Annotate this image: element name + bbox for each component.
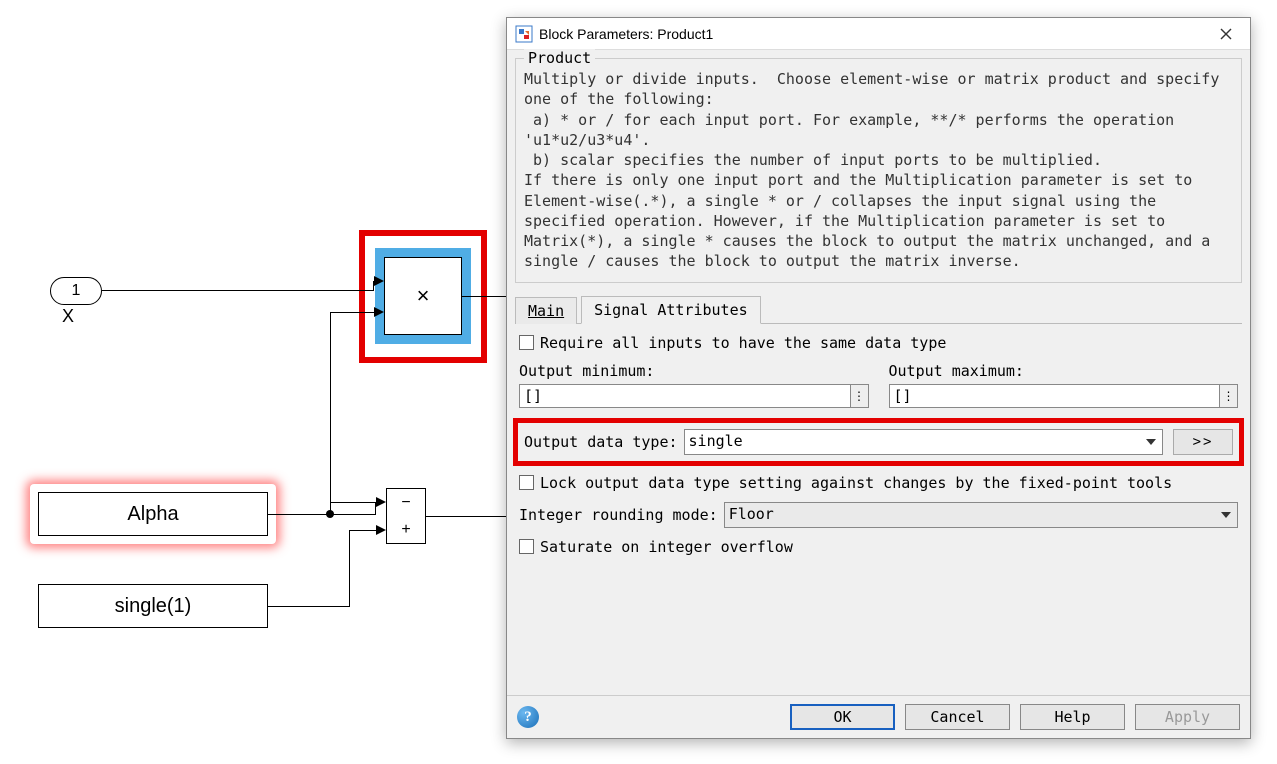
single1-constant-block[interactable]: single(1) [38, 584, 268, 628]
help-button[interactable]: Help [1020, 704, 1125, 730]
data-type-assistant-button[interactable]: >> [1173, 429, 1233, 455]
close-icon [1220, 28, 1232, 40]
output-min-label: Output minimum: [519, 362, 869, 380]
signal-line [268, 514, 376, 515]
single1-label: single(1) [115, 595, 192, 618]
dialog-titlebar[interactable]: Block Parameters: Product1 [507, 18, 1250, 50]
rounding-mode-select[interactable]: Floor [724, 502, 1238, 528]
rounding-mode-row: Integer rounding mode: Floor [519, 502, 1238, 528]
inport-label: X [62, 306, 74, 327]
context-help-icon[interactable]: ? [517, 706, 539, 728]
product-symbol: × [417, 283, 430, 309]
product-block[interactable]: × [384, 257, 462, 335]
output-data-type-select[interactable]: single [684, 429, 1163, 455]
arrow-icon [374, 307, 384, 317]
simulink-icon [515, 25, 533, 43]
ok-button[interactable]: OK [790, 704, 895, 730]
signal-line [462, 296, 507, 297]
sum-plus: + [401, 521, 410, 539]
arrow-icon [376, 525, 386, 535]
output-max-label: Output maximum: [889, 362, 1239, 380]
tab-signal-attributes[interactable]: Signal Attributes [581, 296, 761, 324]
rounding-mode-label: Integer rounding mode: [519, 506, 718, 524]
output-max-more-button[interactable]: ⋮ [1220, 384, 1238, 408]
tab-bar: Main Signal Attributes [515, 295, 1242, 324]
signal-line [330, 312, 331, 514]
rounding-mode-value: Floor [729, 505, 774, 523]
signal-line [426, 516, 506, 517]
output-min-input[interactable] [519, 384, 851, 408]
signal-line [268, 606, 350, 607]
inport-number: 1 [72, 282, 81, 300]
output-data-type-highlight: Output data type: single >> [513, 418, 1244, 466]
inport-block[interactable]: 1 [50, 277, 102, 305]
cancel-button[interactable]: Cancel [905, 704, 1010, 730]
saturate-row: Saturate on integer overflow [519, 538, 1238, 556]
output-max-input[interactable] [889, 384, 1221, 408]
group-title: Product [524, 49, 595, 67]
block-parameters-dialog: Block Parameters: Product1 Product Multi… [506, 17, 1251, 739]
arrow-icon [374, 276, 384, 286]
alpha-label: Alpha [127, 503, 178, 526]
signal-junction [326, 510, 334, 518]
saturate-label: Saturate on integer overflow [540, 538, 793, 556]
tab-main[interactable]: Main [515, 297, 577, 324]
close-button[interactable] [1210, 20, 1242, 48]
signal-line [349, 530, 350, 607]
product-description-group: Product Multiply or divide inputs. Choos… [515, 58, 1242, 283]
signal-line [349, 530, 376, 531]
dialog-title: Block Parameters: Product1 [539, 26, 1210, 42]
apply-button: Apply [1135, 704, 1240, 730]
require-same-type-row: Require all inputs to have the same data… [519, 334, 1238, 352]
saturate-checkbox[interactable] [519, 539, 534, 554]
signal-line [330, 312, 374, 313]
simulink-canvas[interactable]: 1 X × Alpha single(1) − + [0, 0, 500, 764]
output-data-type-label: Output data type: [524, 433, 678, 451]
alpha-constant-block[interactable]: Alpha [38, 492, 268, 536]
require-same-type-label: Require all inputs to have the same data… [540, 334, 946, 352]
lock-output-checkbox[interactable] [519, 475, 534, 490]
sum-minus: − [401, 494, 410, 512]
signal-line [330, 502, 376, 503]
output-min-more-button[interactable]: ⋮ [851, 384, 869, 408]
signal-attributes-panel: Require all inputs to have the same data… [507, 324, 1250, 576]
dialog-button-bar: ? OK Cancel Help Apply [507, 695, 1250, 738]
signal-line [102, 290, 374, 291]
require-same-type-checkbox[interactable] [519, 335, 534, 350]
sum-block[interactable]: − + [386, 488, 426, 544]
output-data-type-value: single [689, 432, 743, 450]
arrow-icon [376, 497, 386, 507]
lock-output-label: Lock output data type setting against ch… [540, 474, 1172, 492]
block-description: Multiply or divide inputs. Choose elemen… [524, 69, 1233, 272]
lock-output-row: Lock output data type setting against ch… [519, 474, 1238, 492]
